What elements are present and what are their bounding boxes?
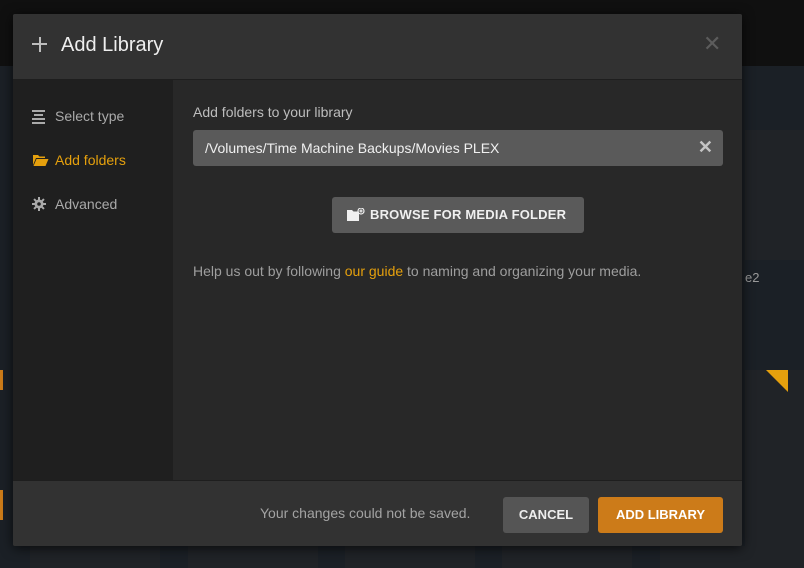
background-poster-title: e2 [745,270,760,285]
remove-folder-icon[interactable]: ✕ [698,137,713,157]
folder-open-icon [32,153,49,167]
background-poster-badge [766,370,788,392]
list-icon [32,109,47,124]
sidebar-item-label: Advanced [55,196,118,212]
cancel-button[interactable]: CANCEL [503,497,589,533]
error-message: Your changes could not be saved. [260,505,471,521]
dialog-sidebar: Select type Add folders Advanced [13,80,173,480]
gear-icon [32,197,47,211]
sidebar-item-select-type[interactable]: Select type [13,101,173,131]
dialog-title: Add Library [61,34,164,56]
sidebar-item-label: Add folders [55,152,126,168]
background-poster [345,546,475,568]
help-text-prefix: Help us out by following [193,263,345,279]
background-poster [745,130,804,260]
background-accent-edge [0,370,3,390]
add-library-dialog: Add Library ✕ Select type Add folders Ad… [13,14,742,546]
dialog-header: Add Library ✕ [13,14,742,80]
folder-add-icon [347,207,365,222]
sidebar-item-label: Select type [55,108,125,124]
dialog-content: Add folders to your library ✕ BROWSE FOR… [173,80,742,480]
background-poster [745,370,804,568]
help-text-suffix: to naming and organizing your media. [403,263,642,279]
background-poster [660,546,790,568]
background-poster [188,546,318,568]
plus-icon [32,35,50,53]
guide-link[interactable]: our guide [345,263,403,279]
folder-path-input[interactable] [205,140,685,156]
section-label: Add folders to your library [193,104,353,120]
background-poster [30,546,160,568]
sidebar-item-advanced[interactable]: Advanced [13,189,173,219]
sidebar-item-add-folders[interactable]: Add folders [13,145,173,175]
background-accent-edge [0,490,3,520]
folder-path-field: ✕ [193,130,723,166]
add-library-button[interactable]: ADD LIBRARY [598,497,723,533]
browse-media-folder-button[interactable]: BROWSE FOR MEDIA FOLDER [332,197,584,233]
browse-button-label: BROWSE FOR MEDIA FOLDER [370,207,567,222]
background-poster [502,546,632,568]
close-icon[interactable]: ✕ [703,33,721,55]
help-text: Help us out by following our guide to na… [193,263,641,279]
dialog-footer: Your changes could not be saved. CANCEL … [13,480,742,546]
